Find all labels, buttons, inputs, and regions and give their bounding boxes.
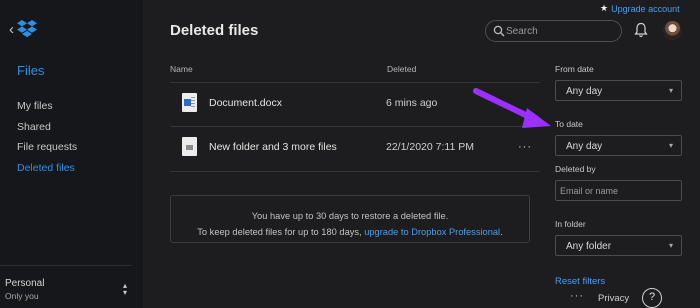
dropbox-icon bbox=[17, 20, 37, 38]
notice-prefix: To keep deleted files for up to 180 days… bbox=[197, 227, 365, 237]
account-switcher[interactable]: Personal Only you ▴ ▾ bbox=[5, 277, 133, 303]
annotation-arrow bbox=[473, 88, 551, 128]
up-down-chevron-icon: ▴ ▾ bbox=[122, 281, 127, 297]
sidebar-item-file-requests[interactable]: File requests bbox=[17, 140, 77, 161]
in-folder-select[interactable]: Any folder ▾ bbox=[555, 235, 682, 256]
sidebar-nav: My files Shared File requests Deleted fi… bbox=[17, 99, 77, 181]
sidebar: ‹ Files My files Shared File requests De… bbox=[0, 0, 143, 308]
to-date-label: To date bbox=[555, 119, 583, 129]
deleted-time: 22/1/2020 7:11 PM bbox=[386, 141, 474, 153]
sidebar-item-deleted-files[interactable]: Deleted files bbox=[17, 161, 77, 182]
help-button[interactable]: ? bbox=[642, 288, 662, 308]
sidebar-divider bbox=[0, 265, 132, 266]
file-name: New folder and 3 more files bbox=[209, 141, 337, 153]
sidebar-item-my-files[interactable]: My files bbox=[17, 99, 77, 120]
row-divider bbox=[170, 171, 540, 172]
notice-line-2: To keep deleted files for up to 180 days… bbox=[171, 224, 529, 240]
notice-line-1: You have up to 30 days to restore a dele… bbox=[251, 211, 449, 221]
filter-panel: From date Any day ▾ To date Any day ▾ De… bbox=[555, 0, 700, 308]
in-folder-label: In folder bbox=[555, 219, 586, 229]
privacy-link[interactable]: Privacy bbox=[598, 293, 629, 304]
deleted-by-input[interactable] bbox=[555, 180, 682, 201]
more-options-icon[interactable]: ··· bbox=[518, 141, 532, 153]
from-date-select[interactable]: Any day ▾ bbox=[555, 80, 682, 101]
restore-notice: You have up to 30 days to restore a dele… bbox=[170, 195, 530, 243]
deleted-by-label: Deleted by bbox=[555, 164, 596, 174]
deleted-time: 6 mins ago bbox=[386, 97, 438, 109]
dropbox-logo[interactable]: ‹ bbox=[9, 20, 37, 38]
column-header-name[interactable]: Name bbox=[170, 64, 193, 74]
chevron-down-icon: ▾ bbox=[668, 241, 673, 250]
upgrade-professional-link[interactable]: upgrade to Dropbox Professional bbox=[364, 227, 500, 237]
account-sub: Only you bbox=[5, 291, 39, 301]
main-content: Deleted files Name Deleted Document.docx… bbox=[143, 0, 543, 308]
table-row[interactable]: New folder and 3 more files 22/1/2020 7:… bbox=[170, 127, 540, 171]
to-date-value: Any day bbox=[566, 141, 603, 152]
sidebar-item-shared[interactable]: Shared bbox=[17, 120, 77, 141]
page-title: Deleted files bbox=[170, 22, 259, 39]
chevron-down-icon: ▾ bbox=[668, 86, 673, 95]
in-folder-value: Any folder bbox=[566, 241, 612, 252]
column-header-deleted[interactable]: Deleted bbox=[387, 64, 416, 74]
from-date-value: Any day bbox=[566, 86, 603, 97]
sidebar-title[interactable]: Files bbox=[17, 63, 44, 78]
search-icon bbox=[493, 25, 505, 37]
back-chevron-icon[interactable]: ‹ bbox=[9, 22, 14, 37]
word-doc-icon bbox=[182, 93, 197, 112]
footer-more-icon[interactable]: ··· bbox=[570, 290, 584, 302]
chevron-down-icon: ▾ bbox=[668, 141, 673, 150]
account-name: Personal bbox=[5, 278, 45, 289]
from-date-label: From date bbox=[555, 64, 594, 74]
folder-file-icon bbox=[182, 137, 197, 156]
notice-suffix: . bbox=[500, 227, 503, 237]
to-date-select[interactable]: Any day ▾ bbox=[555, 135, 682, 156]
file-name: Document.docx bbox=[209, 97, 282, 109]
reset-filters-link[interactable]: Reset filters bbox=[555, 276, 605, 287]
